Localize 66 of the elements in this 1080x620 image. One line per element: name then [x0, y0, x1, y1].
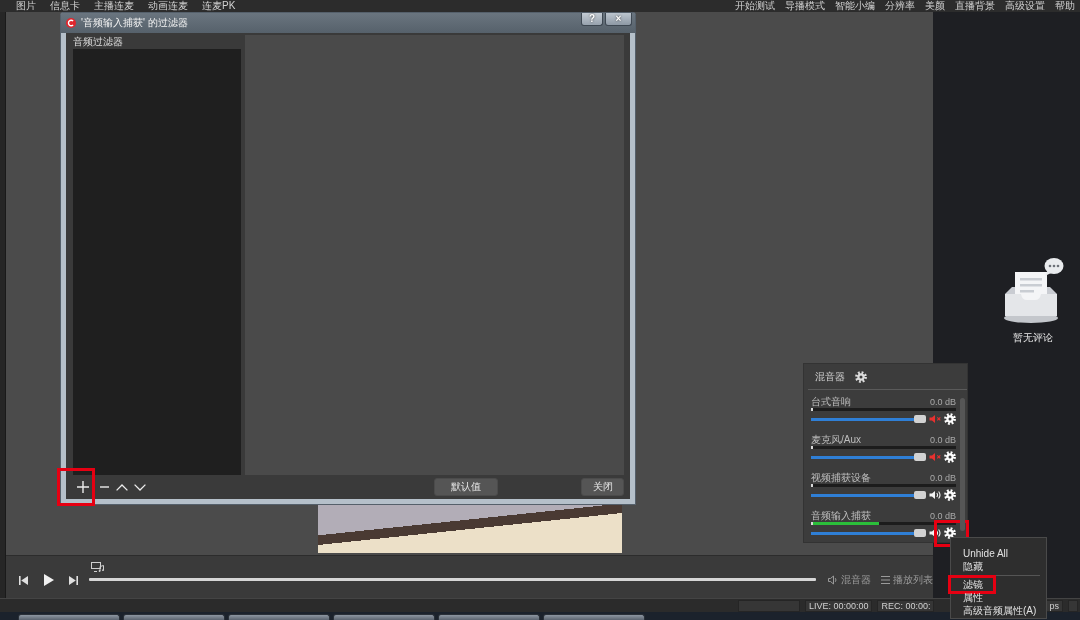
- channel-name: 麦克风/Aux: [811, 435, 861, 445]
- plus-icon: [77, 481, 89, 493]
- mixer-tab[interactable]: 混音器: [828, 574, 871, 586]
- volume-reading: 0.0 dB: [929, 473, 956, 483]
- volume-slider[interactable]: [811, 527, 926, 539]
- menu-item[interactable]: 导播模式: [785, 0, 825, 12]
- volume-slider[interactable]: [811, 413, 926, 425]
- menu-item[interactable]: 智能小编: [835, 0, 875, 12]
- play-icon: [43, 574, 54, 586]
- menu-item[interactable]: 高级设置: [1005, 0, 1045, 12]
- close-dialog-button[interactable]: 关闭: [581, 478, 624, 496]
- menu-item[interactable]: 动画连麦: [148, 0, 188, 12]
- speaker-icon: [828, 575, 838, 585]
- scrollbar[interactable]: [960, 398, 965, 531]
- menu-item[interactable]: 帮助: [1055, 0, 1075, 12]
- taskbar-button[interactable]: [123, 614, 225, 620]
- menu-item[interactable]: 分辨率: [885, 0, 915, 12]
- skip-forward-icon: [69, 575, 79, 585]
- menu-item[interactable]: Unhide All: [963, 547, 1009, 560]
- menu-item[interactable]: 开始测试: [735, 0, 775, 12]
- volume-reading: 0.0 dB: [929, 397, 956, 407]
- menu-item[interactable]: 滤镜: [963, 578, 983, 591]
- menu-item[interactable]: 美颜: [925, 0, 945, 12]
- monitor-music-icon[interactable]: [90, 562, 104, 572]
- status-field: REC: 00:00:: [877, 599, 935, 612]
- volume-reading: 0.0 dB: [929, 435, 956, 445]
- menu-item[interactable]: 隐藏: [963, 560, 983, 573]
- defaults-button[interactable]: 默认值: [434, 478, 498, 496]
- taskbar-button[interactable]: [228, 614, 330, 620]
- speaker-icon[interactable]: [929, 528, 941, 538]
- channel-name: 音频输入捕获: [811, 511, 871, 521]
- menu-item[interactable]: 信息卡: [50, 0, 80, 12]
- speaker-icon[interactable]: [929, 490, 941, 500]
- slider-thumb[interactable]: [914, 491, 926, 499]
- slider-thumb[interactable]: [914, 453, 926, 461]
- channel-name: 视频捕获设备: [811, 473, 871, 483]
- volume-reading: 0.0 dB: [929, 511, 956, 521]
- mixer-title: 混音器: [815, 370, 845, 383]
- minus-icon: [99, 486, 109, 488]
- volume-slider[interactable]: [811, 489, 926, 501]
- taskbar-button[interactable]: [438, 614, 540, 620]
- taskbar-button[interactable]: [543, 614, 645, 620]
- channel-name: 台式音响: [811, 397, 851, 407]
- playlist-tab[interactable]: 播放列表: [881, 574, 933, 586]
- app-logo-icon: [66, 18, 76, 28]
- list-label: 音频过滤器: [73, 35, 124, 49]
- list-icon: [881, 576, 890, 584]
- volume-slider[interactable]: [811, 451, 926, 463]
- taskbar-button[interactable]: [18, 614, 120, 620]
- settings-icon[interactable]: [855, 370, 867, 383]
- menu-item[interactable]: 高级音频属性(A): [963, 604, 1037, 617]
- slider-thumb[interactable]: [914, 529, 926, 537]
- menu-item[interactable]: 图片: [16, 0, 36, 12]
- chevron-down-icon: [134, 483, 146, 491]
- chevron-up-icon: [116, 483, 128, 491]
- document-tray-icon: [1001, 256, 1064, 324]
- skip-back-icon: [19, 575, 29, 585]
- menu-item[interactable]: 属性: [963, 591, 983, 604]
- menu-item[interactable]: 连麦PK: [202, 0, 236, 12]
- slider-thumb[interactable]: [914, 415, 926, 423]
- menu-item[interactable]: 直播背景: [955, 0, 995, 12]
- window-title: '音频输入捕获' 的过滤器: [81, 17, 188, 29]
- status-field: LIVE: 00:00:00: [804, 599, 873, 612]
- taskbar-button[interactable]: [333, 614, 435, 620]
- menu-item[interactable]: 主播连麦: [94, 0, 134, 12]
- empty-comments-text: 暂无评论: [1012, 332, 1053, 344]
